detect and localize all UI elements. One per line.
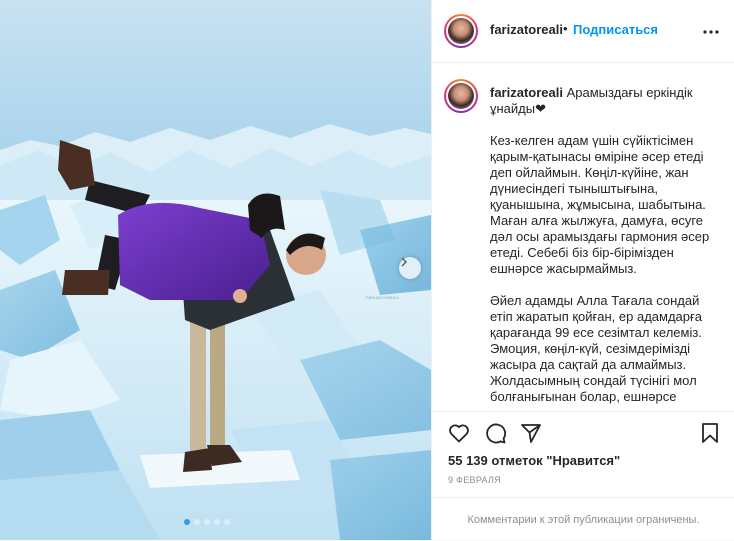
header-separator: • [563,21,568,36]
more-horizontal-icon [703,21,719,39]
next-slide-button[interactable] [399,257,421,279]
carousel-dot [224,519,230,525]
post-dialog: FARIZATOREALI farizatoreali • Подписатьс… [0,0,734,540]
caption-text: farizatoreali Арамыздағы еркіндік ұнайды… [490,85,720,405]
caption-username[interactable]: farizatoreali [490,85,563,100]
post-header: farizatoreali • Подписаться [432,0,734,63]
save-button[interactable] [698,421,722,445]
comments-disabled-notice: Комментарии к этой публикации ограничены… [432,497,734,541]
comment-button[interactable] [483,421,507,445]
carousel-dot [204,519,210,525]
carousel-indicator [184,519,230,525]
paper-plane-icon [519,424,543,449]
bookmark-icon [698,423,722,449]
more-options-button[interactable] [698,20,724,40]
heart-icon [447,424,471,449]
carousel-dot [194,519,200,525]
comment-bubble-icon [483,423,507,449]
photo-scene [0,0,431,540]
post-date[interactable]: 9 ФЕВРАЛЯ [448,475,501,485]
share-button[interactable] [519,421,543,445]
follow-button[interactable]: Подписаться [573,22,658,37]
caption-paragraph: Әйел адамды Алла Тағала сондай етіп жара… [490,293,702,404]
caption-avatar[interactable] [444,79,478,113]
caption-paragraph: Кез-келген адам үшін сүйіктісімен қарым-… [490,133,710,276]
carousel-dot [214,519,220,525]
caption-area: farizatoreali Арамыздағы еркіндік ұнайды… [432,63,734,411]
author-username[interactable]: farizatoreali [490,22,563,37]
carousel-dot [184,519,190,525]
post-photo[interactable]: FARIZATOREALI [0,0,431,540]
photo-watermark: FARIZATOREALI [366,295,400,300]
like-button[interactable] [447,421,471,445]
avatar[interactable] [444,14,478,48]
likes-count[interactable]: 55 139 отметок "Нравится" [448,453,620,468]
post-actions: 55 139 отметок "Нравится" 9 ФЕВРАЛЯ Комм… [432,411,734,540]
post-side-panel: farizatoreali • Подписаться farizatoreal… [431,0,734,540]
